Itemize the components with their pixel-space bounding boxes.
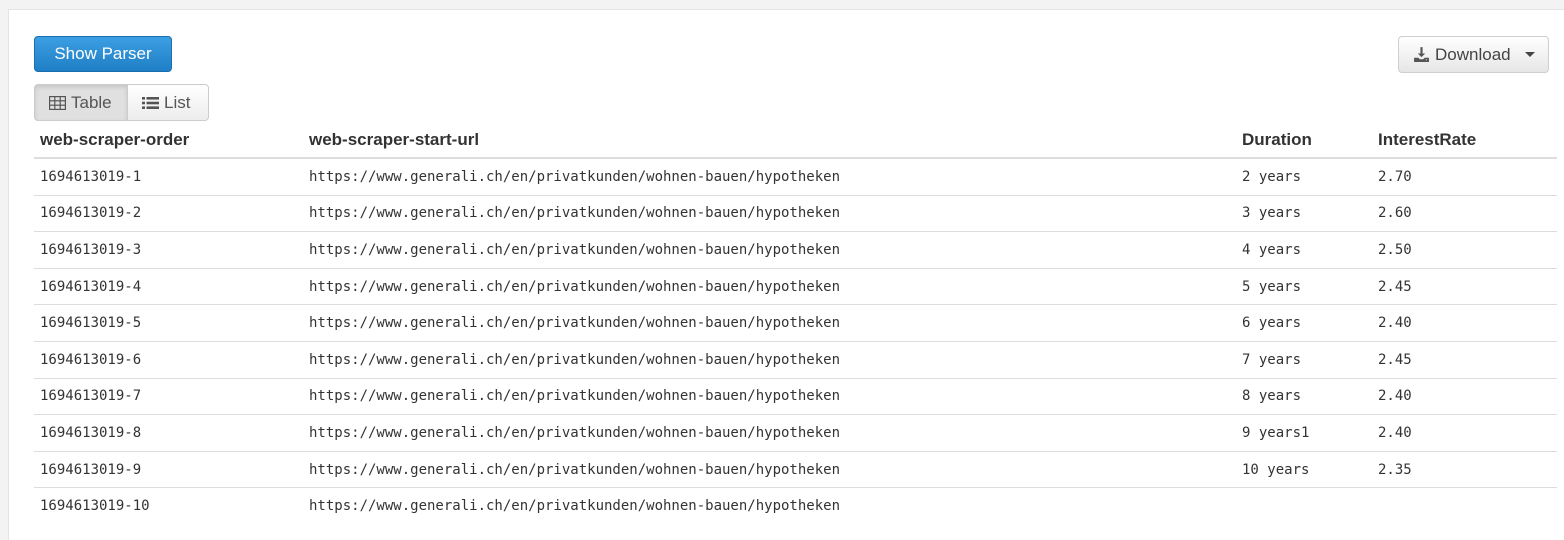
order-cell: 1694613019-4 — [34, 267, 303, 305]
view-toggle: Table List — [34, 84, 209, 121]
table-body: 1694613019-1 https://www.generali.ch/en/p… — [34, 158, 1557, 524]
column-header-interest-rate: InterestRate — [1372, 122, 1557, 159]
table-row: 1694613019-5 https://www.generali.ch/en/p… — [34, 304, 1557, 342]
order-cell: 1694613019-8 — [34, 414, 303, 452]
download-icon — [1414, 47, 1429, 62]
start-url-cell: https://www.generali.ch/en/privatkunden/… — [303, 194, 1236, 232]
interest-rate-cell: 2.70 — [1378, 168, 1412, 185]
interest-rate-cell: 2.50 — [1372, 231, 1557, 269]
start-url-cell: https://www.generali.ch/en/privatkunden/… — [303, 487, 1236, 524]
interest-rate-cell: 2.45 — [1372, 267, 1557, 305]
start-url-cell: https://www.generali.ch/en/privatkunden/… — [303, 304, 1236, 342]
duration-cell: 2 years — [1242, 168, 1302, 185]
order-cell: 1694613019-5 — [34, 304, 303, 342]
table-row: 1694613019-8 https://www.generali.ch/en/p… — [34, 414, 1557, 452]
download-label: Download — [1435, 44, 1511, 64]
duration-cell: 4 years — [1236, 231, 1372, 269]
order-cell: 1694613019-10 — [34, 487, 303, 524]
start-url-cell: https://www.generali.ch/en/privatkunden/… — [303, 340, 1236, 379]
duration-cell: 6 years — [1236, 304, 1372, 342]
interest-rate-cell: 2.40 — [1372, 304, 1557, 342]
table-row: 1694613019-6 https://www.generali.ch/en/p… — [34, 340, 1557, 379]
order-cell: 1694613019-1 — [40, 168, 142, 185]
duration-cell: 7 years — [1236, 340, 1372, 379]
list-view-button[interactable]: List — [128, 84, 209, 121]
interest-rate-cell: 2.45 — [1372, 340, 1557, 379]
list-icon — [142, 96, 159, 109]
order-cell: 1694613019-7 — [34, 377, 303, 415]
duration-cell: 5 years — [1236, 267, 1372, 305]
table-row: 1694613019-7 https://www.generali.ch/en/p… — [34, 377, 1557, 415]
table-view-button[interactable]: Table — [34, 84, 128, 121]
table-row: 1694613019-2 https://www.generali.ch/en/p… — [34, 194, 1557, 232]
table-icon — [49, 95, 66, 110]
table-row: 1694613019-4 https://www.generali.ch/en/p… — [34, 267, 1557, 305]
table-row: 1694613019-9 https://www.generali.ch/en/p… — [34, 450, 1557, 488]
interest-rate-cell: 2.40 — [1372, 377, 1557, 415]
start-url-cell: https://www.generali.ch/en/privatkunden/… — [303, 377, 1236, 415]
scraped-data-table: web-scraper-order web-scraper-start-url … — [34, 122, 1557, 524]
order-cell: 1694613019-6 — [34, 340, 303, 379]
start-url-cell: https://www.generali.ch/en/privatkunden/… — [303, 414, 1236, 452]
order-cell: 1694613019-2 — [34, 194, 303, 232]
caret-down-icon — [1524, 52, 1535, 57]
interest-rate-cell — [1372, 487, 1557, 524]
start-url-cell: https://www.generali.ch/en/privatkunden/… — [303, 231, 1236, 269]
start-url-cell: https://www.generali.ch/en/privatkunden/… — [309, 168, 841, 185]
duration-cell: 3 years — [1236, 194, 1372, 232]
show-parser-button[interactable]: Show Parser — [34, 36, 172, 72]
table-row: 1694613019-10 https://www.generali.ch/en/… — [34, 487, 1557, 524]
duration-cell: 8 years — [1236, 377, 1372, 415]
table-row: 1694613019-3 https://www.generali.ch/en/p… — [34, 231, 1557, 269]
table-row: 1694613019-1 https://www.generali.ch/en/p… — [34, 158, 1557, 195]
download-dropdown-button[interactable]: Download — [1398, 36, 1549, 73]
interest-rate-cell: 2.60 — [1372, 194, 1557, 232]
start-url-cell: https://www.generali.ch/en/privatkunden/… — [303, 450, 1236, 488]
duration-cell — [1236, 487, 1372, 524]
duration-cell: 9 years1 — [1236, 414, 1372, 452]
start-url-cell: https://www.generali.ch/en/privatkunden/… — [303, 267, 1236, 305]
duration-cell: 10 years — [1236, 450, 1372, 488]
interest-rate-cell: 2.40 — [1372, 414, 1557, 452]
interest-rate-cell: 2.35 — [1372, 450, 1557, 488]
column-header-web-scraper-order: web-scraper-order — [34, 122, 303, 159]
list-view-label: List — [164, 92, 191, 112]
column-header-web-scraper-start-url: web-scraper-start-url — [303, 122, 1236, 159]
table-view-label: Table — [71, 92, 112, 112]
order-cell: 1694613019-9 — [34, 450, 303, 488]
order-cell: 1694613019-3 — [34, 231, 303, 269]
data-preview-panel: Show Parser Download Table List web-scra… — [8, 9, 1564, 540]
column-header-duration: Duration — [1236, 122, 1372, 159]
table-header-row: web-scraper-order web-scraper-start-url … — [34, 122, 1557, 159]
